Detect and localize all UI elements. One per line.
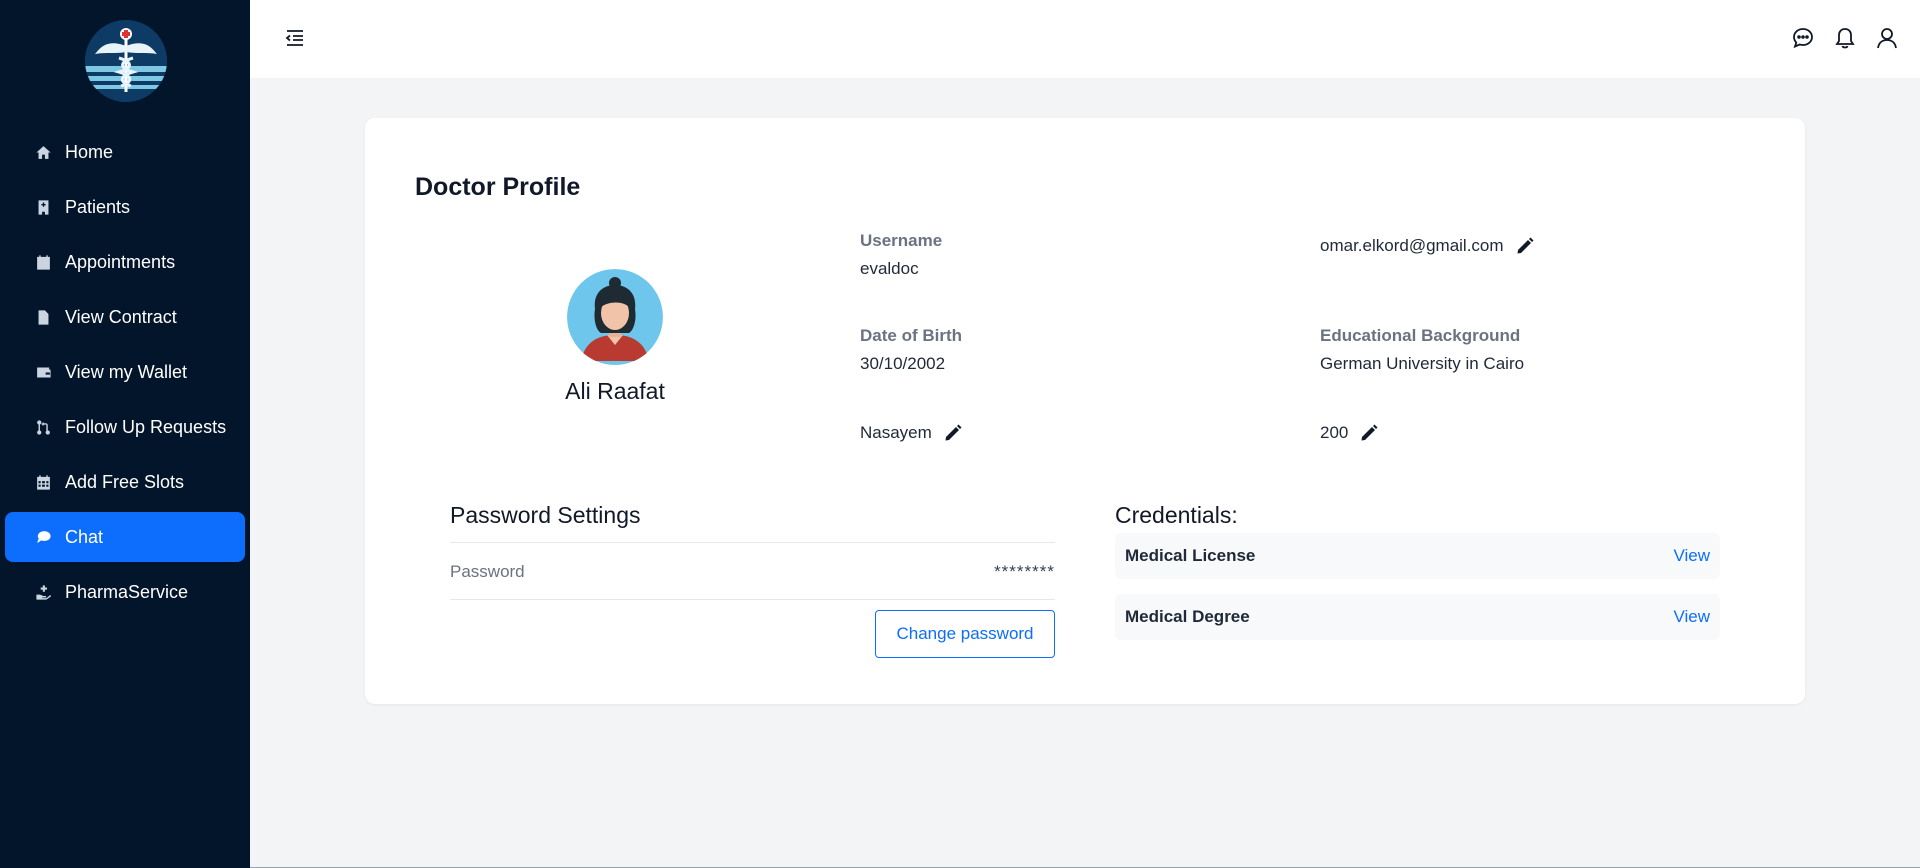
sidebar-item-view-contract[interactable]: View Contract	[5, 292, 245, 342]
sidebar-item-pharmaservice[interactable]: PharmaService	[5, 567, 245, 617]
file-contract-icon	[34, 308, 52, 326]
affiliation-text: Nasayem	[860, 423, 932, 442]
pencil-icon[interactable]	[1360, 424, 1378, 442]
code-pull-request-icon	[34, 418, 52, 436]
chat-icon	[34, 528, 52, 546]
topbar-actions	[1790, 25, 1900, 51]
username-text: evaldoc	[860, 259, 919, 278]
password-settings-title: Password Settings	[450, 502, 641, 528]
sidebar-item-label: Patients	[65, 196, 131, 217]
menu-collapse-icon[interactable]	[284, 27, 306, 49]
credential-name: Medical License	[1125, 546, 1256, 565]
password-value: ********	[994, 562, 1055, 581]
sidebar-item-appointments[interactable]: Appointments	[5, 237, 245, 287]
view-credential-link[interactable]: View	[1673, 546, 1710, 566]
sidebar-item-home[interactable]: Home	[5, 127, 245, 177]
doctor-name: Ali Raafat	[565, 378, 665, 404]
home-icon	[34, 143, 52, 161]
divider	[450, 542, 1055, 543]
hand-holding-medical-icon	[34, 583, 52, 601]
page-title: Doctor Profile	[415, 173, 581, 201]
rate-text: 200	[1320, 423, 1349, 442]
bell-icon[interactable]	[1832, 25, 1858, 51]
avatar	[567, 269, 663, 365]
rate-value: 200	[1320, 423, 1378, 443]
change-password-button[interactable]: Change password	[875, 610, 1055, 658]
view-credential-link[interactable]: View	[1673, 607, 1710, 627]
sidebar-item-label: Add Free Slots	[65, 471, 185, 492]
sidebar-item-label: PharmaService	[65, 581, 189, 602]
doctor-profile-card: Doctor Profile Ali Raafat Username evald…	[365, 118, 1805, 704]
credential-name: Medical Degree	[1125, 607, 1250, 626]
calendar-grid-icon	[34, 473, 52, 491]
education-text: German University in Cairo	[1320, 354, 1525, 373]
sidebar-item-label: View my Wallet	[65, 361, 188, 382]
sidebar-item-label: Follow Up Requests	[65, 416, 227, 437]
dob-text: 30/10/2002	[860, 354, 946, 373]
divider	[450, 599, 1055, 600]
sidebar-item-add-free-slots[interactable]: Add Free Slots	[5, 457, 245, 507]
dob-value: 30/10/2002	[860, 354, 945, 374]
sidebar-item-view-my-wallet[interactable]: View my Wallet	[5, 347, 245, 397]
sidebar-item-label: View Contract	[65, 306, 177, 327]
email-value: omar.elkord@gmail.com	[1320, 236, 1534, 256]
credential-row: Medical License View	[1115, 533, 1720, 579]
sidebar-nav: Home Patients Appointments View Contract…	[0, 127, 250, 622]
email-text: omar.elkord@gmail.com	[1320, 236, 1504, 255]
sidebar-item-follow-up-requests[interactable]: Follow Up Requests	[5, 402, 245, 452]
education-value: German University in Cairo	[1320, 354, 1524, 374]
credentials-title: Credentials:	[1115, 502, 1238, 528]
sidebar-item-label: Chat	[65, 526, 104, 547]
credential-row: Medical Degree View	[1115, 594, 1720, 640]
username-value: evaldoc	[860, 259, 919, 279]
pencil-icon[interactable]	[944, 424, 962, 442]
user-icon[interactable]	[1874, 25, 1900, 51]
education-label: Educational Background	[1320, 326, 1521, 345]
affiliation-value: Nasayem	[860, 423, 962, 443]
hospital-icon	[34, 198, 52, 216]
sidebar-item-chat[interactable]: Chat	[5, 512, 245, 562]
sidebar: Home Patients Appointments View Contract…	[0, 0, 250, 868]
chat-dots-icon[interactable]	[1790, 25, 1816, 51]
sidebar-item-label: Home	[65, 141, 114, 162]
calendar-icon	[34, 253, 52, 271]
dob-label: Date of Birth	[860, 326, 962, 345]
wallet-icon	[34, 363, 52, 381]
caduceus-logo[interactable]	[85, 20, 167, 102]
password-label: Password	[450, 562, 525, 581]
sidebar-item-patients[interactable]: Patients	[5, 182, 245, 232]
pencil-icon[interactable]	[1516, 237, 1534, 255]
topbar	[250, 0, 1920, 78]
username-label: Username	[860, 231, 943, 250]
sidebar-item-label: Appointments	[65, 251, 176, 272]
